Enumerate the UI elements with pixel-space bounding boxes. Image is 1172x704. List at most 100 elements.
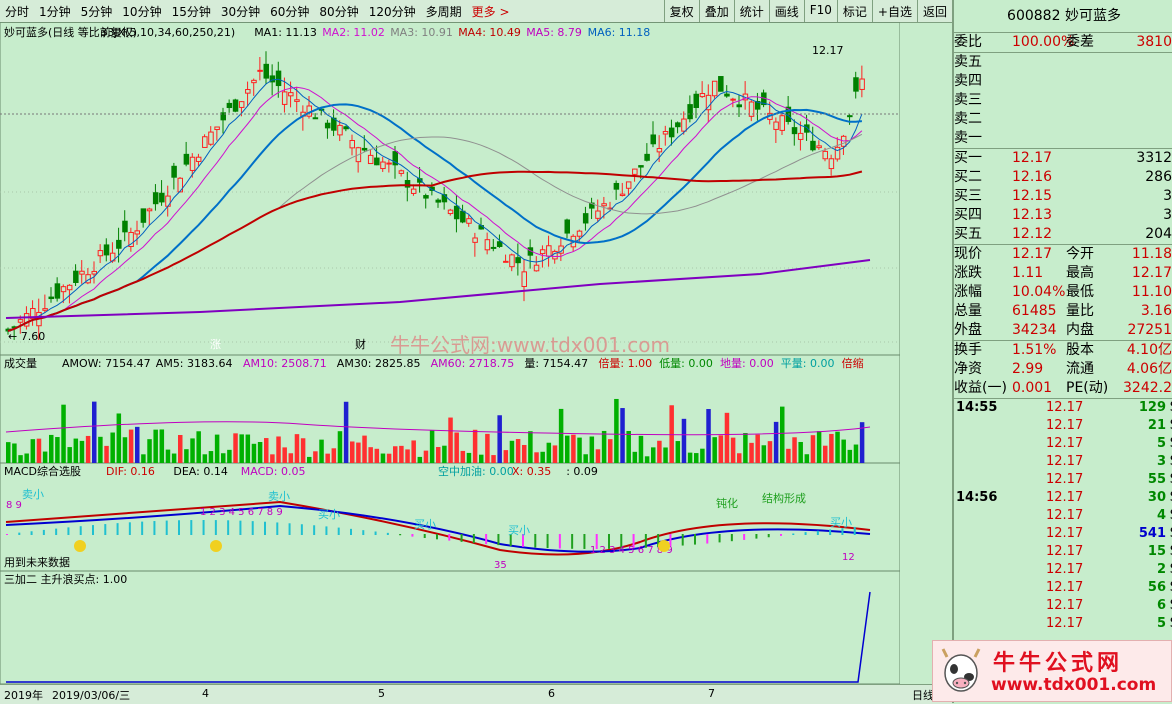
macd-histogram-bar — [436, 534, 438, 540]
candle-body — [582, 213, 589, 224]
high-price-label: 12.17 — [812, 44, 844, 57]
quote-panel: 600882 妙可蓝多 委比 100.00% 委差 3810 卖五 卖四 卖三 卖二卖… — [952, 0, 1172, 703]
candle-body — [337, 124, 343, 136]
candle-body — [226, 102, 233, 109]
orderbook-price: 12.17 — [1012, 150, 1053, 166]
volume-bar — [233, 433, 238, 463]
candle-body — [816, 145, 822, 149]
macd-histogram-bar — [534, 534, 537, 548]
volume-label: AM60: 2718.75 — [431, 357, 515, 370]
volume-bar — [669, 405, 674, 463]
volume-bar — [706, 409, 711, 463]
volume-bar — [644, 456, 650, 463]
candle-body — [324, 122, 331, 129]
period-tab[interactable]: 10分钟 — [117, 3, 166, 20]
macd-histogram-bar — [313, 525, 316, 535]
candle-body — [810, 140, 816, 151]
volume-bar — [829, 433, 834, 463]
volume-bar — [122, 437, 128, 463]
volume-bar — [300, 438, 306, 463]
tick-price: 12.17 — [1046, 418, 1084, 433]
volume-bar — [147, 439, 152, 463]
stock-charts[interactable]: 10.939.848.677.51妙可蓝多(日线 等比前复权)33JX(5,10… — [0, 21, 945, 685]
volume-bar — [577, 437, 582, 463]
stat-value: 3242.2 — [1123, 380, 1172, 396]
orderbook-volume: 204 — [1145, 226, 1172, 242]
volume-bar — [79, 440, 85, 463]
candle-body — [410, 188, 417, 194]
orderbook-row: 买五 12.12 204 — [954, 225, 1172, 244]
macd-histogram-bar — [227, 520, 230, 535]
period-tab[interactable]: 15分钟 — [167, 3, 216, 20]
macd-histogram-bar — [337, 527, 340, 535]
orderbook-volume: 3312 — [1136, 150, 1172, 166]
tick-volume: 30 — [1147, 490, 1166, 505]
volume-bar — [313, 451, 318, 463]
volume-bar — [823, 445, 828, 463]
period-tab[interactable]: 30分钟 — [216, 3, 265, 20]
volume-bar — [804, 454, 810, 463]
macd-histogram-bar — [202, 520, 205, 535]
volume-label: 倍缩 — [842, 356, 864, 370]
period-tab[interactable]: 120分钟 — [364, 3, 421, 20]
toolbar-button[interactable]: 统计 — [733, 0, 769, 22]
orderbook-label: 卖四 — [954, 73, 982, 89]
toolbar-button[interactable]: 标记 — [836, 0, 872, 22]
volume-bar — [221, 453, 226, 463]
tick-volume: 4 — [1156, 508, 1166, 523]
smiley-icon — [74, 540, 86, 552]
volume-bar — [319, 439, 324, 463]
stock-code-name: 600882 妙可蓝多 — [954, 0, 1172, 33]
candle-body — [773, 121, 779, 130]
candle-body — [361, 147, 368, 151]
volume-bar — [36, 438, 42, 463]
candle-body — [546, 245, 552, 257]
toolbar-button[interactable]: +自选 — [871, 0, 917, 22]
candle-body — [693, 93, 699, 108]
toolbar-button[interactable]: 返回 — [916, 0, 952, 22]
stat-label: 最低 — [1066, 284, 1094, 300]
candle-body — [91, 270, 97, 275]
volume-bar — [651, 447, 656, 463]
candle-body — [152, 192, 159, 205]
toolbar-button[interactable]: 画线 — [768, 0, 804, 22]
toolbar-button[interactable]: 复权 — [663, 0, 699, 22]
stat-label: 换手 — [954, 342, 982, 358]
period-tab[interactable]: 60分钟 — [265, 3, 314, 20]
buy-orderbook: 买一 12.17 3312 买二 12.16 286 买三 12.15 3 买四 12.13 3 买五 1… — [954, 149, 1172, 245]
ma-line — [7, 170, 863, 332]
volume-bar — [257, 442, 263, 463]
macd-histogram-bar — [681, 534, 684, 546]
volume-label: AM10: 2508.71 — [243, 357, 327, 370]
tick-list[interactable]: 14:5512.17129S12.1721S12.175S12.173S12.1… — [954, 399, 1172, 633]
period-tab[interactable]: 1分钟 — [34, 3, 76, 20]
period-tab[interactable]: 80分钟 — [314, 3, 363, 20]
period-tab[interactable]: 分时 — [0, 3, 34, 20]
macd-histogram-bar — [583, 534, 586, 549]
volume-bar — [675, 441, 681, 463]
period-tab[interactable]: 多周期 — [421, 3, 467, 20]
period-label[interactable]: 日线 — [912, 687, 934, 703]
volume-bar — [411, 440, 416, 463]
candle-body — [601, 203, 607, 207]
tick-price: 12.17 — [1046, 436, 1084, 451]
toolbar-button[interactable]: 叠加 — [698, 0, 734, 22]
more-periods-link[interactable]: 更多 > — [467, 3, 515, 20]
macd-histogram-bar — [153, 521, 156, 535]
tick-price: 12.17 — [1046, 616, 1084, 631]
stat-row: 涨幅 10.04% 最低 11.10 — [954, 283, 1172, 302]
chart-area[interactable]: 10.939.848.677.51妙可蓝多(日线 等比前复权)33JX(5,10… — [0, 21, 945, 685]
candle-body — [828, 158, 835, 170]
stat-label: 外盘 — [954, 322, 982, 338]
macd-histogram-bar — [472, 534, 475, 544]
volume-bar — [208, 451, 214, 463]
volume-bar — [528, 431, 533, 463]
toolbar-button[interactable]: F10 — [803, 0, 837, 22]
quote-stats-2: 换手 1.51% 股本 4.10亿 净资 2.99 流通 4.06亿 收益(一) 0.001 PE(… — [954, 341, 1172, 399]
candle-body — [159, 192, 165, 203]
toolbar-right-buttons: 复权 叠加 统计 画线 F10 标记 +自选 返回 — [663, 0, 952, 22]
volume-bar — [350, 441, 355, 463]
period-tab[interactable]: 5分钟 — [76, 3, 118, 20]
candle-body — [374, 157, 380, 166]
candle-body — [619, 193, 626, 196]
